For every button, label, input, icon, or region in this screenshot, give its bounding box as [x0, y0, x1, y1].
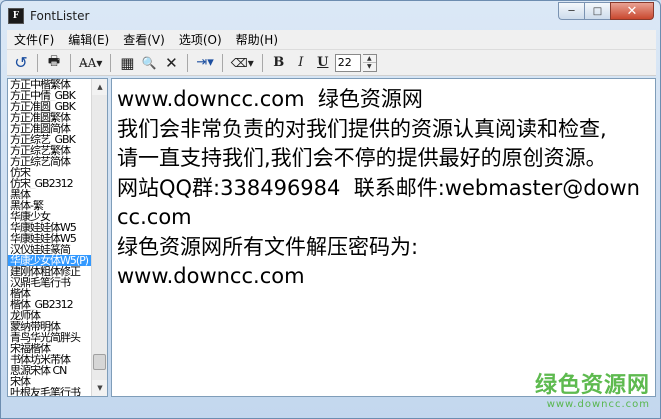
watermark: 绿色资源网 www.downcc.com [535, 367, 650, 410]
font-list-item[interactable]: 华康少女体W5(P) [8, 255, 93, 266]
menu-file[interactable]: 文件(F) [7, 30, 61, 50]
font-list-item[interactable]: 蒙纳带明体 [8, 321, 93, 332]
printer-icon[interactable]: 🖶 [44, 53, 64, 73]
eraser-icon[interactable]: ⌫▾ [229, 53, 256, 73]
scroll-thumb[interactable] [93, 354, 106, 370]
spin-up-icon[interactable]: ▲ [362, 55, 376, 63]
spin-down-icon[interactable]: ▼ [363, 63, 376, 71]
delete-icon[interactable]: ✕ [161, 53, 181, 73]
font-list-item[interactable]: 方正综艺繁体 [8, 145, 93, 156]
toolbar-separator [37, 53, 38, 72]
export-icon[interactable]: ⇥▾ [194, 53, 215, 73]
window-controls: ─ □ ✕ [558, 2, 654, 20]
toolbar-separator [70, 53, 71, 72]
refresh-icon[interactable]: ↺ [11, 53, 31, 73]
font-list-panel[interactable]: 方正中楷繁体 方正中倩_GBK 方正准圆_GBK 方正准圆繁体 方正准圆简体 方正综艺_G… [7, 78, 108, 397]
italic-button[interactable]: I [291, 53, 311, 73]
font-list-item[interactable]: 方正中楷繁体 [8, 79, 93, 90]
font-list-item[interactable]: 方正准圆简体 [8, 123, 93, 134]
font-list-item[interactable]: 楷体 [8, 288, 93, 299]
font-list-item[interactable]: 方正综艺简体 [8, 156, 93, 167]
font-list-item[interactable]: 黑体 [8, 189, 93, 200]
font-list-item[interactable]: 汉仪娃娃篆简 [8, 244, 93, 255]
watermark-url: www.downcc.com [546, 399, 650, 410]
font-list-item[interactable]: 方正准圆繁体 [8, 112, 93, 123]
window-title: FontLister [30, 8, 90, 23]
close-button[interactable]: ✕ [610, 2, 654, 20]
font-list[interactable]: 方正中楷繁体 方正中倩_GBK 方正准圆_GBK 方正准圆繁体 方正准圆简体 方正综艺_G… [8, 79, 93, 396]
menu-help[interactable]: 帮助(H) [229, 30, 285, 50]
font-list-item[interactable]: 楷体_GB2312 [8, 299, 93, 310]
font-list-item[interactable]: 方正准圆_GBK [8, 101, 93, 112]
minimize-button[interactable]: ─ [558, 2, 584, 20]
app-icon: F [8, 7, 24, 24]
menu-view[interactable]: 查看(V) [116, 30, 172, 50]
menu-bar: 文件(F) 编辑(E) 查看(V) 选项(O) 帮助(H) [7, 30, 656, 50]
maximize-button[interactable]: □ [584, 2, 610, 20]
font-size-input[interactable] [334, 53, 361, 72]
toolbar-separator [261, 53, 263, 72]
font-list-item[interactable]: 黑体-繁 [8, 200, 93, 211]
preview-text[interactable]: www.downcc.com 绿色资源网 我们会非常负责的对我们提供的资源认真阅… [117, 85, 647, 292]
underline-button[interactable]: U [313, 53, 333, 73]
font-list-item[interactable]: 仿宋 [8, 167, 93, 178]
font-list-item[interactable]: 龙师体 [8, 310, 93, 321]
font-list-item[interactable]: 汉鼎毛笔行书 [8, 277, 93, 288]
font-list-item[interactable]: 青鸟华光简胖头 [8, 332, 93, 343]
font-list-item[interactable]: 华康娃娃体W5 [8, 222, 93, 233]
preview-panel[interactable]: www.downcc.com 绿色资源网 我们会非常负责的对我们提供的资源认真阅… [111, 78, 656, 397]
font-size-spinner[interactable]: ▲ ▼ [362, 53, 377, 72]
toolbar: ↺ 🖶 A̶A▾ ▦ 🔍 ✕ ⇥▾ ⌫▾ B I U ▲ ▼ [7, 50, 656, 76]
scroll-up-icon[interactable]: ▲ [92, 79, 107, 95]
scroll-down-icon[interactable]: ▼ [92, 380, 107, 396]
bold-button[interactable]: B [269, 53, 289, 73]
font-list-item[interactable]: 思源宋体 CN [8, 365, 93, 376]
toolbar-separator [187, 53, 189, 72]
font-list-item[interactable]: 宋体 [8, 376, 93, 387]
toolbar-separator [110, 53, 112, 72]
grid-icon[interactable]: ▦ [117, 53, 137, 73]
title-bar[interactable]: F FontLister ─ □ ✕ [1, 1, 660, 30]
menu-edit[interactable]: 编辑(E) [61, 30, 116, 50]
font-style-icon[interactable]: A̶A▾ [77, 53, 104, 73]
font-list-item[interactable]: 华康少女 [8, 211, 93, 222]
watermark-logo: 绿色资源网 [534, 373, 650, 398]
font-list-item[interactable]: 叶根友毛笔行书 [8, 387, 93, 396]
font-list-item[interactable]: 方正中倩_GBK [8, 90, 93, 101]
app-window: F FontLister ─ □ ✕ 文件(F) 编辑(E) 查看(V) 选项(… [0, 0, 661, 419]
font-list-item[interactable]: 书体坊米芾体 [8, 354, 93, 365]
font-list-item[interactable]: 宋福楷体 [8, 343, 93, 354]
toolbar-separator [221, 53, 223, 72]
font-list-item[interactable]: 仿宋_GB2312 [8, 178, 93, 189]
font-list-item[interactable]: 方正综艺_GBK [8, 134, 93, 145]
font-list-item[interactable]: 建刚体粗体修正 [8, 266, 93, 277]
preview-icon[interactable]: 🔍 [139, 53, 159, 73]
font-list-scrollbar[interactable]: ▲ ▼ [91, 79, 107, 396]
font-list-item[interactable]: 华康娃娃体W5 [8, 233, 93, 244]
menu-options[interactable]: 选项(O) [172, 30, 229, 50]
